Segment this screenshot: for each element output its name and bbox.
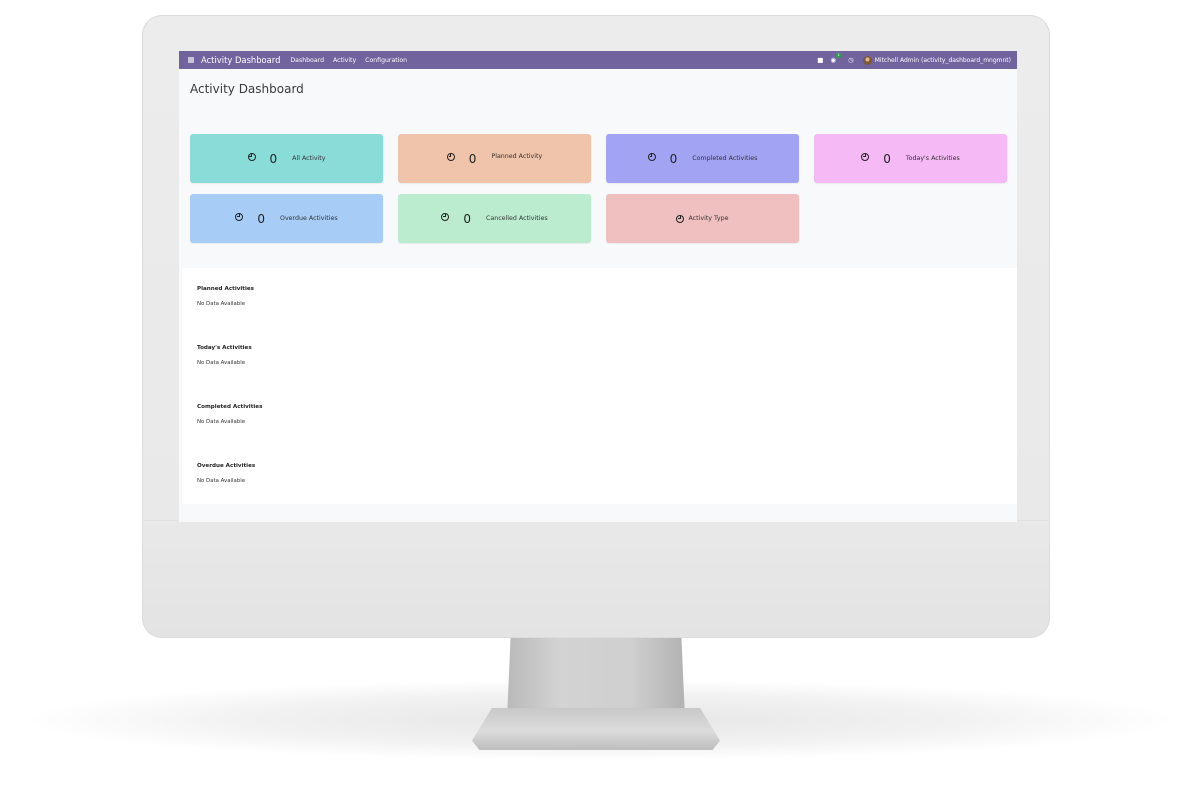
- page-title: Activity Dashboard: [190, 82, 304, 96]
- activity-lists-panel: Planned Activities No Data Available Tod…: [182, 268, 1017, 504]
- user-avatar[interactable]: [862, 55, 872, 65]
- list-title-overdue: Overdue Activities: [197, 463, 256, 469]
- monitor-stand-base: [472, 708, 720, 750]
- menu-dashboard[interactable]: Dashboard: [290, 57, 324, 64]
- list-empty-completed: No Data Available: [197, 419, 246, 425]
- list-title-planned: Planned Activities: [197, 286, 255, 292]
- card-label: Planned Activity: [491, 153, 543, 160]
- card-overdue-activities[interactable]: 0 Overdue Activities: [190, 194, 383, 243]
- card-label: Cancelled Activities: [485, 215, 548, 222]
- clock-icon: [235, 212, 244, 221]
- card-label: Activity Type: [688, 215, 729, 222]
- list-empty-overdue: No Data Available: [197, 478, 246, 484]
- card-count: 0: [468, 151, 477, 166]
- card-label: Overdue Activities: [280, 215, 338, 222]
- card-count: 0: [463, 211, 471, 226]
- card-all-activity[interactable]: 0 All Activity: [190, 134, 383, 183]
- card-count: 0: [883, 151, 891, 166]
- card-planned-activity[interactable]: 0 Planned Activity: [398, 134, 591, 183]
- list-empty-today: No Data Available: [197, 360, 246, 366]
- clock-icon: [647, 152, 656, 161]
- card-completed-activities[interactable]: 0 Completed Activities: [606, 134, 799, 183]
- list-title-today: Today's Activities: [197, 345, 252, 351]
- messages-icon[interactable]: ◉ 1: [830, 53, 842, 64]
- menu-configuration[interactable]: Configuration: [365, 57, 407, 64]
- app-title[interactable]: Activity Dashboard: [201, 55, 280, 65]
- list-empty-planned: No Data Available: [197, 301, 246, 307]
- clock-icon: [441, 212, 450, 221]
- top-navbar: Activity Dashboard Dashboard Activity Co…: [179, 51, 1017, 69]
- card-activity-type[interactable]: Activity Type: [606, 194, 799, 243]
- apps-grid-icon[interactable]: [188, 57, 194, 63]
- card-todays-activities[interactable]: 0 Today's Activities: [814, 134, 1007, 183]
- card-cancelled-activities[interactable]: 0 Cancelled Activities: [398, 194, 591, 243]
- card-count: 0: [669, 151, 678, 166]
- card-label: Completed Activities: [692, 155, 758, 162]
- monitor-stand-neck: [507, 638, 685, 718]
- card-label: All Activity: [292, 155, 326, 162]
- clock-icon: [861, 152, 870, 161]
- monitor-screen: Activity Dashboard Dashboard Activity Co…: [179, 51, 1017, 522]
- user-menu[interactable]: Mitchell Admin (activity_dashboard_mngmn…: [875, 57, 1011, 64]
- activity-clock-icon[interactable]: ◷: [848, 56, 854, 64]
- card-label: Today's Activities: [905, 155, 960, 162]
- card-count: 0: [269, 151, 278, 166]
- bug-icon[interactable]: ■: [817, 56, 823, 64]
- card-count: 0: [257, 211, 265, 226]
- clock-icon: [446, 152, 455, 161]
- messages-badge: 1: [836, 53, 842, 58]
- list-title-completed: Completed Activities: [197, 404, 263, 410]
- clock-icon: [247, 152, 256, 161]
- menu-activity[interactable]: Activity: [333, 57, 356, 64]
- clock-icon: [676, 214, 685, 223]
